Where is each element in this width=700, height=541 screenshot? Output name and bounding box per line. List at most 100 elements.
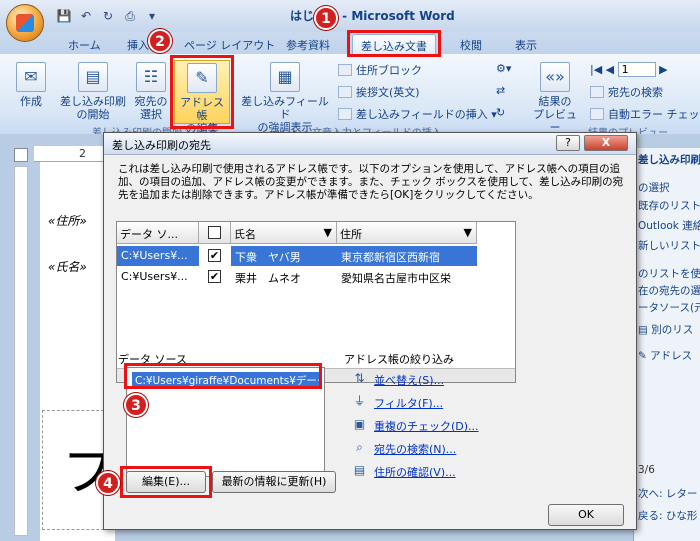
step-badge-2: 2 [148,29,172,53]
ruler: 2 [34,146,114,162]
duplicate-check-link[interactable]: 重複のチェック(D)... [374,418,479,434]
ok-button[interactable]: OK [548,504,624,526]
address-block-button[interactable]: 住所ブロック [338,62,422,78]
row-name: 下衆 ヤバ男 [231,246,337,266]
validate-address-icon: ▤ [353,463,366,477]
step-badge-4: 4 [96,471,120,495]
next-record-icon[interactable]: ▶ [659,63,667,76]
tab-home[interactable]: ホーム [68,34,101,54]
find-recipient-link[interactable]: 宛先の検索(N)... [374,441,456,457]
customize-qat-icon[interactable]: ▾ [144,9,160,23]
document-icon: ▤ [78,62,108,92]
find-recipient-button[interactable]: 宛先の検索 [590,84,663,100]
validate-address-link[interactable]: 住所の確認(V)... [374,464,456,480]
taskpane-option-existing[interactable]: 既存のリスト [638,198,700,213]
tab-view[interactable]: 表示 [515,34,537,54]
preview-label-2: プレビュー [533,108,577,134]
rules-icon[interactable]: ⚙▾ [496,62,511,75]
taskpane-link-label: アドレス [650,350,693,362]
mail-merge-task-pane: 差し込み印刷 の選択 既存のリスト Outlook 連絡 新しいリストの のリス… [633,148,700,541]
record-number-input[interactable]: 1 [617,62,656,77]
column-header-address[interactable]: 住所 ▼ [337,222,477,244]
column-header-name[interactable]: 氏名 ▼ [231,222,337,244]
help-button[interactable]: ? [556,135,580,151]
preview-icon: «» [540,62,570,92]
highlight-fields-label-1: 差し込みフィールド [241,95,329,121]
match-fields-icon[interactable]: ⇄ [496,84,505,97]
row-checkbox[interactable]: ✔ [208,249,221,262]
row-checkbox[interactable]: ✔ [208,270,221,283]
taskpane-select-other-list[interactable]: ▤ 別のリス [638,322,693,337]
tab-page-layout[interactable]: ページ レイアウト [184,34,275,54]
tab-selector-icon[interactable] [14,148,28,162]
start-merge-button[interactable]: ▤ 差し込み印刷 の開始 [58,62,128,121]
taskpane-option-outlook[interactable]: Outlook 連絡 [638,218,700,233]
taskpane-next[interactable]: 次へ: レター [638,486,697,501]
recipients-icon: ☷ [136,62,166,92]
ruler-number: 2 [79,147,86,160]
quick-access-toolbar: 💾 ↶ ↻ ⎙ ▾ [56,6,160,26]
sort-icon: ⇅ [354,371,365,385]
taskpane-line: 在の宛先の選 [638,285,700,297]
start-merge-label-2: の開始 [76,108,110,121]
preview-results-button[interactable]: «» 結果の プレビュー [528,62,582,134]
select-all-checkbox[interactable] [208,226,221,239]
column-header-datasource[interactable]: データ ソ... [117,222,199,244]
refresh-button[interactable]: 最新の情報に更新(H) [212,471,336,493]
filter-icon: ⏚ [353,394,366,408]
insert-merge-field-button[interactable]: 差し込みフィールドの挿入 ▾ [338,106,497,122]
taskpane-edit-address[interactable]: ✎ アドレス [638,348,692,363]
field-address: «住所» [48,214,87,228]
preview-label-1: 結果の [538,95,572,108]
row-source: C:¥Users¥... [117,246,199,266]
table-row[interactable]: C:¥Users¥... ✔ 栗井 ムネオ 愛知県名古屋市中区栄 [117,267,515,287]
print-preview-icon[interactable]: ⎙ [122,9,138,24]
dropdown-arrow-icon[interactable]: ▼ [464,226,472,239]
table-row[interactable]: C:¥Users¥... ✔ 下衆 ヤバ男 東京都新宿区西新宿 [117,246,515,266]
row-check-cell: ✔ [199,246,231,266]
find-recipient-label: 宛先の検索 [608,86,663,99]
filter-link[interactable]: フィルタ(F)... [374,395,443,411]
redo-icon[interactable]: ↻ [100,9,116,23]
step-badge-3: 3 [124,393,148,417]
taskpane-option-new[interactable]: 新しいリストの [638,238,700,253]
auto-check-errors-button[interactable]: 自動エラー チェック [590,106,700,122]
prev-record-icon[interactable]: ◀ [606,63,614,76]
first-record-icon[interactable]: |◀ [590,63,602,76]
row-address: 東京都新宿区西新宿 [337,246,477,266]
select-recipients-button[interactable]: ☷ 宛先の 選択 [131,62,171,121]
tab-references[interactable]: 参考資料 [286,34,330,54]
address-block-icon [338,64,352,76]
create-button[interactable]: ✉ 作成 [12,62,50,108]
dialog-description: これは差し込み印刷で使用されるアドレス帳です。以下のオプションを使用して、アドレ… [118,163,624,201]
undo-icon[interactable]: ↶ [78,9,94,23]
edit-button-highlight [120,466,212,498]
envelope-icon: ✉ [16,62,46,92]
greeting-icon [338,86,352,98]
select-recipients-label-1: 宛先の [134,95,168,108]
tab-insert[interactable]: 挿入 [127,34,149,54]
column-name-label: 氏名 [234,228,256,241]
save-icon[interactable]: 💾 [56,9,72,23]
create-label: 作成 [20,95,42,108]
row-name: 栗井 ムネオ [235,272,301,285]
office-button[interactable] [6,4,44,42]
taskpane-back[interactable]: 戻る: ひな形 [638,508,697,523]
column-address-label: 住所 [340,228,362,241]
column-header-check[interactable] [199,222,231,244]
select-recipients-label-2: 選択 [140,108,162,121]
taskpane-line: のリストを使用 [638,268,700,280]
close-button[interactable]: X [584,135,628,151]
duplicate-check-icon: ▣ [353,417,366,431]
address-block-label: 住所ブロック [356,64,422,77]
tab-review[interactable]: 校閲 [460,34,482,54]
sort-link[interactable]: 並べ替え(S)... [374,372,444,388]
row-address: 愛知県名古屋市中区栄 [341,272,451,285]
taskpane-line: の選択 [638,182,670,194]
auto-check-label: 自動エラー チェック [608,108,700,121]
update-labels-icon[interactable]: ↻ [496,106,505,119]
dropdown-arrow-icon[interactable]: ▼ [324,226,332,239]
mail-merge-recipients-dialog: 差し込み印刷の宛先 ? X これは差し込み印刷で使用されるアドレス帳です。以下の… [96,132,637,530]
highlight-fields-icon: ▦ [270,62,300,92]
greeting-line-button[interactable]: 挨拶文(英文) [338,84,420,100]
